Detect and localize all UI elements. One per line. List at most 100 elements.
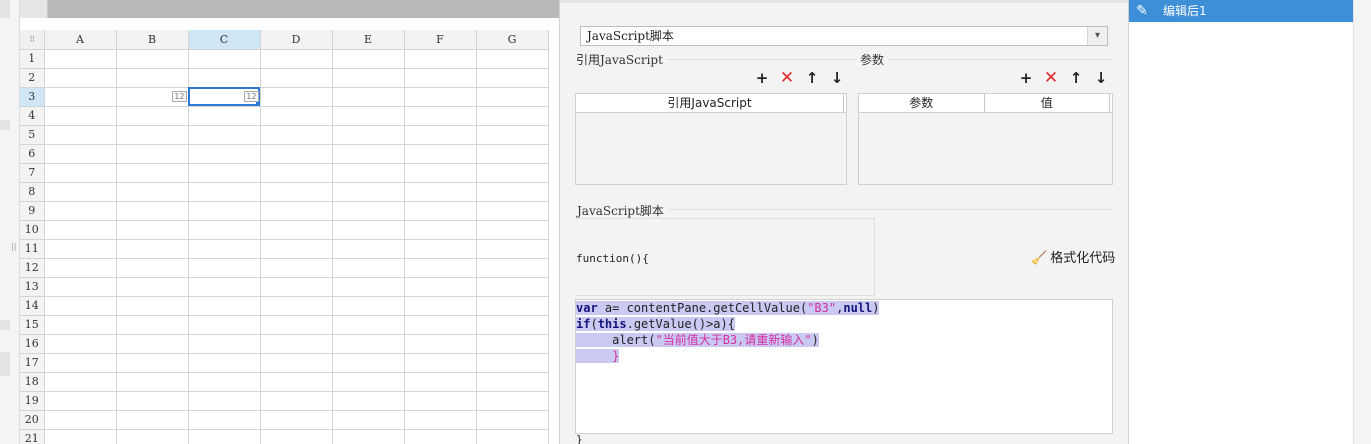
cell-b20[interactable] <box>116 410 189 430</box>
row-header-7[interactable]: 7 <box>20 163 45 183</box>
cell-d1[interactable] <box>260 49 333 69</box>
ref-js-column-header[interactable]: 引用JavaScript <box>576 94 844 112</box>
ref-delete-icon[interactable]: ✕ <box>778 69 796 87</box>
cell-d15[interactable] <box>260 315 333 335</box>
row-header-4[interactable]: 4 <box>20 106 45 126</box>
cell-d9[interactable] <box>260 201 333 221</box>
cell-f16[interactable] <box>404 334 477 354</box>
cell-f12[interactable] <box>404 258 477 278</box>
cell-b6[interactable] <box>116 144 189 164</box>
cell-g14[interactable] <box>476 296 549 316</box>
cell-f13[interactable] <box>404 277 477 297</box>
cell-a6[interactable] <box>44 144 117 164</box>
row-header-21[interactable]: 21 <box>20 429 45 444</box>
cell-a12[interactable] <box>44 258 117 278</box>
cell-a16[interactable] <box>44 334 117 354</box>
cell-g16[interactable] <box>476 334 549 354</box>
cell-c4[interactable] <box>188 106 261 126</box>
param-move-down-icon[interactable]: ↓ <box>1092 69 1110 87</box>
cell-e16[interactable] <box>332 334 405 354</box>
cell-e18[interactable] <box>332 372 405 392</box>
row-header-8[interactable]: 8 <box>20 182 45 202</box>
cell-d4[interactable] <box>260 106 333 126</box>
cell-c21[interactable] <box>188 429 261 444</box>
cell-a5[interactable] <box>44 125 117 145</box>
cell-b7[interactable] <box>116 163 189 183</box>
cell-g10[interactable] <box>476 220 549 240</box>
cell-f10[interactable] <box>404 220 477 240</box>
cell-f15[interactable] <box>404 315 477 335</box>
cell-e2[interactable] <box>332 68 405 88</box>
cell-c19[interactable] <box>188 391 261 411</box>
row-header-13[interactable]: 13 <box>20 277 45 297</box>
param-add-icon[interactable]: + <box>1017 69 1035 87</box>
cell-g13[interactable] <box>476 277 549 297</box>
row-header-5[interactable]: 5 <box>20 125 45 145</box>
cell-e19[interactable] <box>332 391 405 411</box>
cell-f9[interactable] <box>404 201 477 221</box>
cell-a17[interactable] <box>44 353 117 373</box>
cell-b12[interactable] <box>116 258 189 278</box>
ref-js-table[interactable]: 引用JavaScript <box>575 93 847 185</box>
select-all-corner[interactable]: ⠿ <box>20 30 45 50</box>
row-header-2[interactable]: 2 <box>20 68 45 88</box>
chevron-down-icon[interactable]: ▾ <box>1087 27 1107 45</box>
cell-f1[interactable] <box>404 49 477 69</box>
cell-a19[interactable] <box>44 391 117 411</box>
cell-f3[interactable] <box>404 87 477 107</box>
cell-c16[interactable] <box>188 334 261 354</box>
cell-d2[interactable] <box>260 68 333 88</box>
cell-c20[interactable] <box>188 410 261 430</box>
row-header-20[interactable]: 20 <box>20 410 45 430</box>
splitter-handle-icon[interactable]: || <box>11 242 16 251</box>
cell-d18[interactable] <box>260 372 333 392</box>
ref-move-up-icon[interactable]: ↑ <box>803 69 821 87</box>
cell-c6[interactable] <box>188 144 261 164</box>
cell-e10[interactable] <box>332 220 405 240</box>
cell-b17[interactable] <box>116 353 189 373</box>
cell-c8[interactable] <box>188 182 261 202</box>
cell-c18[interactable] <box>188 372 261 392</box>
cell-g12[interactable] <box>476 258 549 278</box>
cell-d10[interactable] <box>260 220 333 240</box>
cell-d3[interactable] <box>260 87 333 107</box>
row-header-1[interactable]: 1 <box>20 49 45 69</box>
cell-g21[interactable] <box>476 429 549 444</box>
cell-e1[interactable] <box>332 49 405 69</box>
cell-c13[interactable] <box>188 277 261 297</box>
cell-e14[interactable] <box>332 296 405 316</box>
param-value-column-header[interactable]: 值 <box>985 94 1110 112</box>
cell-f21[interactable] <box>404 429 477 444</box>
column-header-e[interactable]: E <box>332 30 405 50</box>
cell-a18[interactable] <box>44 372 117 392</box>
cell-c3[interactable]: 12 <box>188 87 261 107</box>
cell-b14[interactable] <box>116 296 189 316</box>
cell-f14[interactable] <box>404 296 477 316</box>
cell-e7[interactable] <box>332 163 405 183</box>
cell-a13[interactable] <box>44 277 117 297</box>
cell-a21[interactable] <box>44 429 117 444</box>
cell-c10[interactable] <box>188 220 261 240</box>
cell-g2[interactable] <box>476 68 549 88</box>
ref-add-icon[interactable]: + <box>753 69 771 87</box>
column-header-g[interactable]: G <box>476 30 549 50</box>
cell-g19[interactable] <box>476 391 549 411</box>
cell-c17[interactable] <box>188 353 261 373</box>
ref-move-down-icon[interactable]: ↓ <box>828 69 846 87</box>
row-header-16[interactable]: 16 <box>20 334 45 354</box>
cell-g18[interactable] <box>476 372 549 392</box>
cell-d14[interactable] <box>260 296 333 316</box>
event-item-after-edit[interactable]: ✎ 编辑后1 <box>1129 0 1354 22</box>
cell-b4[interactable] <box>116 106 189 126</box>
cell-f11[interactable] <box>404 239 477 259</box>
format-code-button[interactable]: 🧹 格式化代码 <box>1031 249 1115 269</box>
cell-a4[interactable] <box>44 106 117 126</box>
cell-d7[interactable] <box>260 163 333 183</box>
cell-c15[interactable] <box>188 315 261 335</box>
cell-g11[interactable] <box>476 239 549 259</box>
cell-a14[interactable] <box>44 296 117 316</box>
cell-f20[interactable] <box>404 410 477 430</box>
params-table[interactable]: 参数 值 <box>858 93 1113 185</box>
row-header-18[interactable]: 18 <box>20 372 45 392</box>
script-type-dropdown[interactable]: JavaScript脚本 ▾ <box>580 26 1108 46</box>
